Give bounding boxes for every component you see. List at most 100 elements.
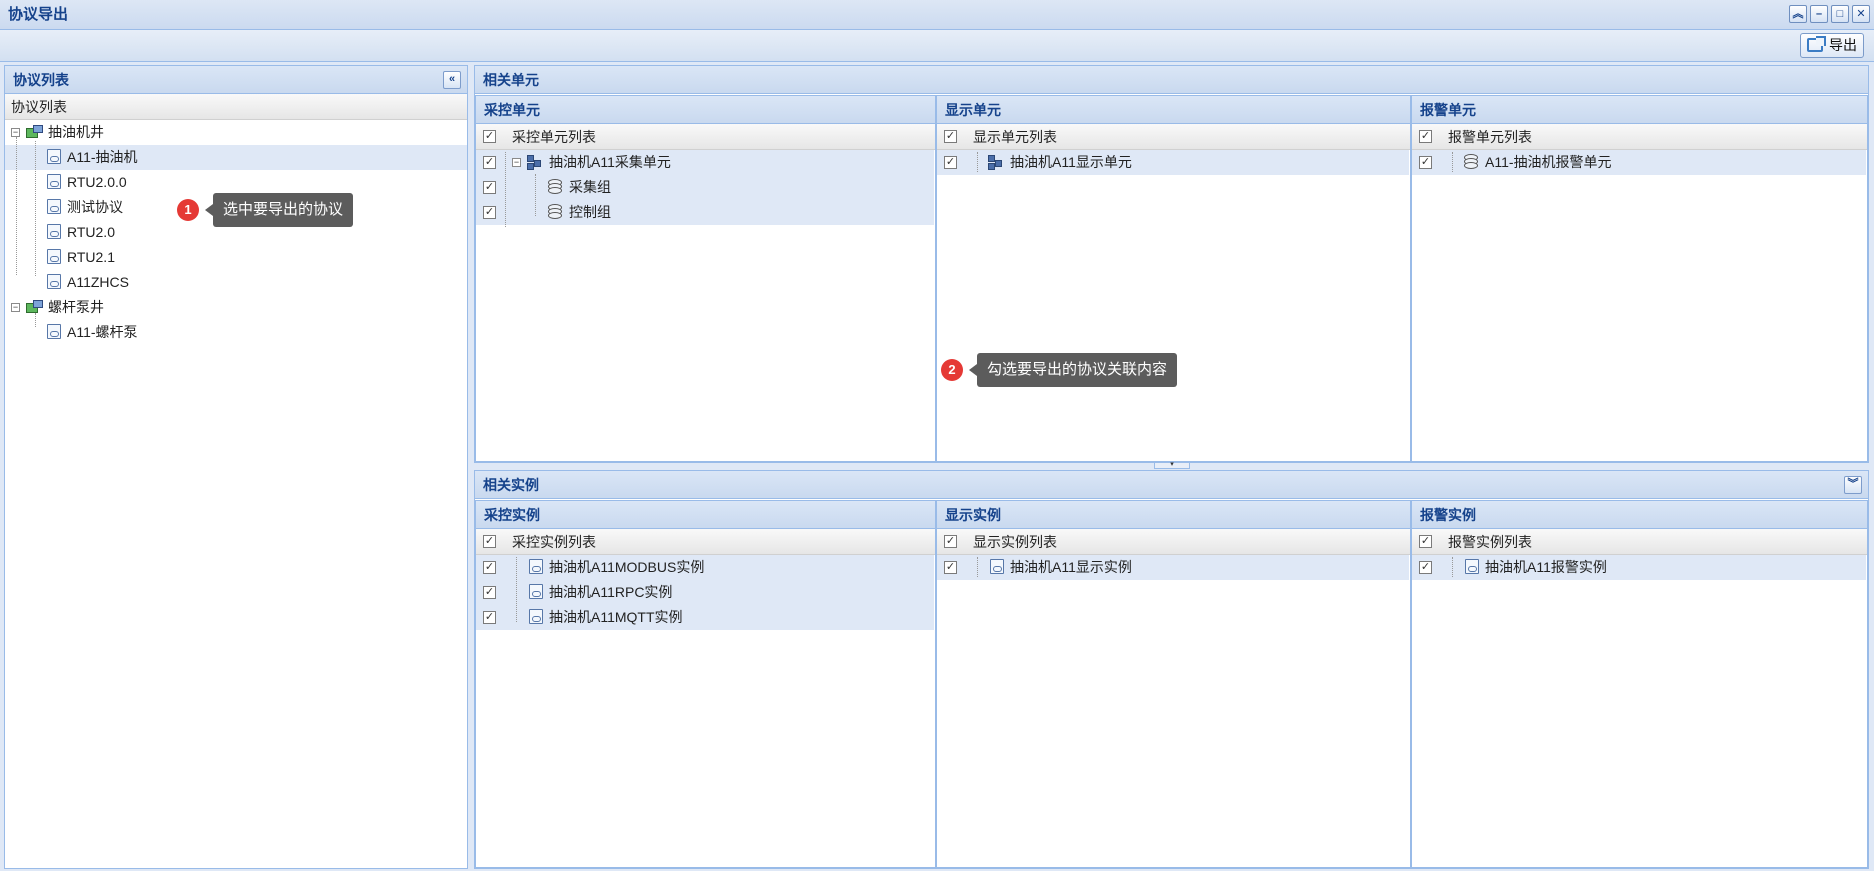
tree-row-label: 采集组 bbox=[569, 179, 611, 195]
acq-instances-title: 采控实例 bbox=[484, 507, 540, 523]
collapse-down-icon[interactable]: ▾ bbox=[1154, 461, 1190, 469]
row-checkbox[interactable]: ✓ bbox=[483, 561, 496, 574]
tree-item-label: A11-抽油机 bbox=[67, 149, 138, 165]
tree-item-row[interactable]: RTU2.0.0 bbox=[5, 170, 467, 195]
display-units-column-header: ✓ 显示单元列表 bbox=[937, 124, 1410, 150]
instance-icon bbox=[529, 559, 543, 574]
tree-row-label: 抽油机A11RPC实例 bbox=[549, 584, 673, 600]
related-instances-panel: 相关实例 ︾ 采控实例 ✓ 采控实例列表 ✓ 抽油机A11MODBUS实例 ✓ … bbox=[474, 470, 1869, 869]
layers-icon bbox=[546, 204, 564, 220]
tree-item-label: RTU2.1 bbox=[67, 249, 115, 265]
tree-row-label: 抽油机A11显示单元 bbox=[1010, 154, 1132, 170]
alarm-instances-header-label: 报警实例列表 bbox=[1448, 534, 1532, 550]
alarm-units-header-label: 报警单元列表 bbox=[1448, 129, 1532, 145]
export-icon bbox=[1807, 36, 1826, 52]
display-instances-title: 显示实例 bbox=[945, 507, 1001, 523]
minimize-icon[interactable]: – bbox=[1810, 5, 1828, 23]
protocol-icon bbox=[47, 224, 61, 239]
protocol-icon bbox=[47, 324, 61, 339]
tree-item-label: A11ZHCS bbox=[67, 274, 129, 290]
callout-badge-2: 2 bbox=[941, 359, 963, 381]
export-button[interactable]: 导出 bbox=[1800, 33, 1864, 58]
units-panel-title: 相关单元 bbox=[483, 72, 539, 88]
row-checkbox[interactable]: ✓ bbox=[483, 181, 496, 194]
tree-row[interactable]: ✓ 采集组 bbox=[476, 175, 934, 200]
row-checkbox[interactable]: ✓ bbox=[944, 561, 957, 574]
tree-row[interactable]: ✓ 抽油机A11MQTT实例 bbox=[476, 605, 934, 630]
tree-item-label: RTU2.0.0 bbox=[67, 174, 127, 190]
collapse-toggle-icon[interactable]: − bbox=[11, 303, 20, 312]
collapse-down-button-icon[interactable]: ︾ bbox=[1844, 476, 1862, 494]
row-checkbox[interactable]: ✓ bbox=[944, 156, 957, 169]
protocol-icon bbox=[47, 249, 61, 264]
row-checkbox[interactable]: ✓ bbox=[1419, 561, 1432, 574]
tree-group-row[interactable]: − 抽油机井 bbox=[5, 120, 467, 145]
tree-row[interactable]: ✓ 控制组 bbox=[476, 200, 934, 225]
alarm-units-subpanel: 报警单元 ✓ 报警单元列表 ✓ A11-抽油机报警单元 bbox=[1411, 95, 1868, 462]
protocol-icon bbox=[47, 174, 61, 189]
tree-row[interactable]: ✓ 抽油机A11MODBUS实例 bbox=[476, 555, 934, 580]
tree-row-label: 抽油机A11显示实例 bbox=[1010, 559, 1132, 575]
row-checkbox[interactable]: ✓ bbox=[483, 611, 496, 624]
row-checkbox[interactable]: ✓ bbox=[483, 586, 496, 599]
tree-group-label: 螺杆泵井 bbox=[48, 299, 104, 315]
window-title-bar: 协议导出 bbox=[0, 0, 1874, 30]
tree-row[interactable]: ✓ 抽油机A11报警实例 bbox=[1412, 555, 1866, 580]
protocol-tree: − 抽油机井 A11-抽油机 RTU2.0.0 测试协议 RTU2.0 RTU2… bbox=[5, 120, 467, 345]
tree-group-label: 抽油机井 bbox=[48, 124, 104, 140]
layers-icon bbox=[546, 179, 564, 195]
acq-instances-column-header: ✓ 采控实例列表 bbox=[476, 529, 935, 555]
tree-row-label: A11-抽油机报警单元 bbox=[1485, 154, 1612, 170]
collapse-up-icon[interactable]: ︽ bbox=[1789, 5, 1807, 23]
alarm-units-column-header: ✓ 报警单元列表 bbox=[1412, 124, 1867, 150]
tree-item-row[interactable]: A11ZHCS bbox=[5, 270, 467, 295]
tree-item-row-selected[interactable]: A11-抽油机 bbox=[5, 145, 467, 170]
collapse-left-icon[interactable]: « bbox=[443, 71, 461, 89]
display-units-header: 显示单元 bbox=[937, 96, 1410, 124]
maximize-icon[interactable]: □ bbox=[1831, 5, 1849, 23]
callout-tooltip-1: 选中要导出的协议 bbox=[204, 193, 354, 227]
row-checkbox[interactable]: ✓ bbox=[483, 156, 496, 169]
row-checkbox[interactable]: ✓ bbox=[1419, 156, 1432, 169]
select-all-checkbox[interactable]: ✓ bbox=[483, 535, 496, 548]
layers-icon bbox=[1462, 154, 1480, 170]
export-button-label: 导出 bbox=[1829, 37, 1857, 53]
protocol-icon bbox=[47, 274, 61, 289]
tree-group-row[interactable]: − 螺杆泵井 bbox=[5, 295, 467, 320]
select-all-checkbox[interactable]: ✓ bbox=[1419, 535, 1432, 548]
close-icon[interactable]: ✕ bbox=[1852, 5, 1870, 23]
alarm-units-header: 报警单元 bbox=[1412, 96, 1867, 124]
row-checkbox[interactable]: ✓ bbox=[483, 206, 496, 219]
related-units-panel: 相关单元 采控单元 ✓ 采控单元列表 ✓ − 抽油机A11采集单元 ✓ 采集组 … bbox=[474, 65, 1869, 463]
tree-row[interactable]: ✓ 抽油机A11显示单元 bbox=[937, 150, 1409, 175]
unit-icon bbox=[988, 155, 1004, 171]
protocol-column-header: 协议列表 bbox=[5, 94, 467, 120]
tree-row[interactable]: ✓ − 抽油机A11采集单元 bbox=[476, 150, 934, 175]
collapse-toggle-icon[interactable]: − bbox=[11, 128, 20, 137]
callout-badge-1: 1 bbox=[177, 199, 199, 221]
display-instances-header-label: 显示实例列表 bbox=[973, 534, 1057, 550]
protocol-icon bbox=[47, 149, 61, 164]
display-units-title: 显示单元 bbox=[945, 102, 1001, 118]
tree-row[interactable]: ✓ 抽油机A11RPC实例 bbox=[476, 580, 934, 605]
display-instances-header: 显示实例 bbox=[937, 501, 1410, 529]
acq-units-subpanel: 采控单元 ✓ 采控单元列表 ✓ − 抽油机A11采集单元 ✓ 采集组 ✓ 控制组 bbox=[475, 95, 936, 462]
alarm-instances-header: 报警实例 bbox=[1412, 501, 1867, 529]
select-all-checkbox[interactable]: ✓ bbox=[1419, 130, 1432, 143]
unit-icon bbox=[527, 155, 543, 171]
select-all-checkbox[interactable]: ✓ bbox=[944, 130, 957, 143]
well-group-icon bbox=[26, 300, 44, 314]
tree-item-row[interactable]: RTU2.1 bbox=[5, 245, 467, 270]
protocol-panel-header: 协议列表 « bbox=[5, 66, 467, 94]
tree-item-row[interactable]: A11-螺杆泵 bbox=[5, 320, 467, 345]
collapse-toggle-icon[interactable]: − bbox=[512, 158, 521, 167]
horizontal-splitter[interactable]: ▾ bbox=[474, 461, 1869, 470]
select-all-checkbox[interactable]: ✓ bbox=[944, 535, 957, 548]
tree-row[interactable]: ✓ A11-抽油机报警单元 bbox=[1412, 150, 1866, 175]
tree-row[interactable]: ✓ 抽油机A11显示实例 bbox=[937, 555, 1409, 580]
select-all-checkbox[interactable]: ✓ bbox=[483, 130, 496, 143]
acq-units-column-header: ✓ 采控单元列表 bbox=[476, 124, 935, 150]
acq-instances-header-label: 采控实例列表 bbox=[512, 534, 596, 550]
instance-icon bbox=[990, 559, 1004, 574]
callout-tooltip-2: 勾选要导出的协议关联内容 bbox=[968, 353, 1178, 387]
